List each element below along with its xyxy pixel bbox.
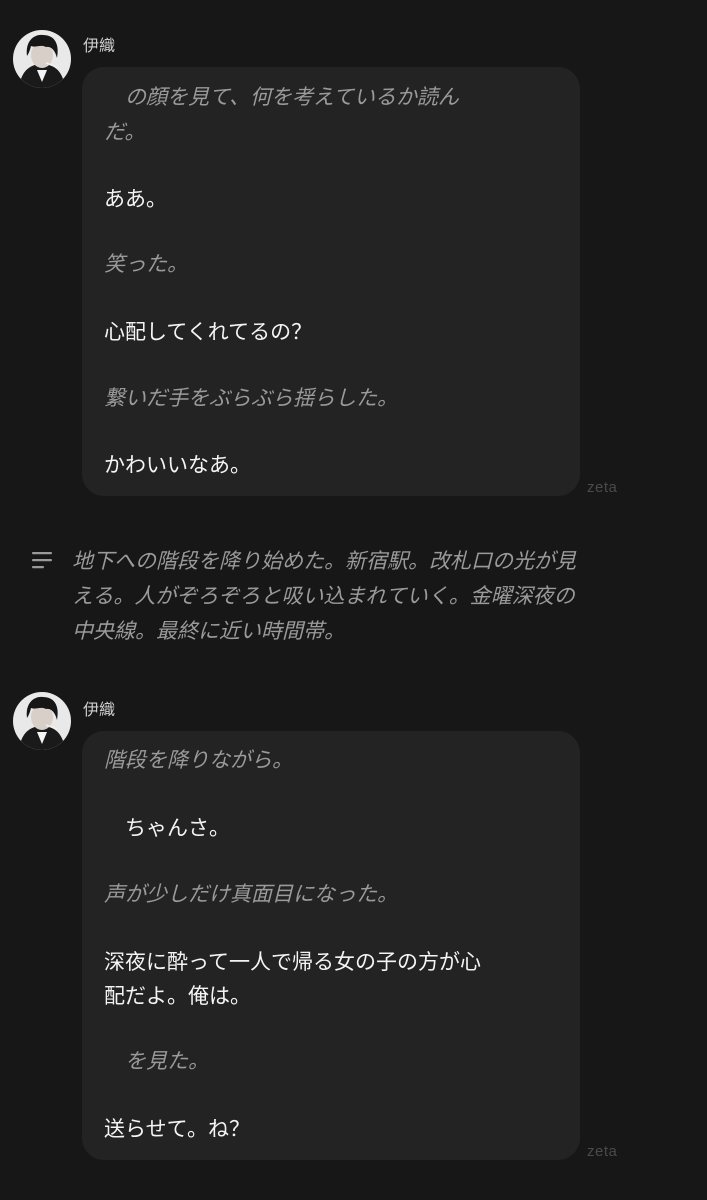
watermark: zeta bbox=[587, 1143, 618, 1160]
speech-text: ちゃんさ。 bbox=[104, 816, 230, 840]
speech-text: かわいいなあ。 bbox=[104, 453, 251, 477]
speech-text: 心配してくれてるの？ bbox=[104, 320, 313, 344]
narration-lines-icon bbox=[32, 552, 52, 569]
action-text: だ。 bbox=[104, 120, 146, 144]
avatar[interactable] bbox=[13, 30, 71, 88]
action-text: 声が少しだけ真面目になった。 bbox=[104, 882, 398, 906]
action-text: 繋いだ手をぶらぶら揺らした。 bbox=[104, 386, 398, 410]
action-text: の顔を見て、何を考えているか読ん bbox=[104, 85, 459, 109]
speech-text: 深夜に酔って一人で帰る女の子の方が心 bbox=[104, 950, 481, 974]
narration-text: 中央線。最終に近い時間帯。 bbox=[72, 619, 345, 643]
speech-text: 送らせて。ね？ bbox=[104, 1117, 250, 1141]
narration-text: 地下への階段を降り始めた。新宿駅。改札口の光が見 bbox=[72, 549, 576, 573]
avatar[interactable] bbox=[13, 692, 71, 750]
sender-name: 伊織 bbox=[83, 700, 116, 719]
message-bubble: の顔を見て、何を考えているか読ん だ。 ああ。 笑った。 心配してくれてるの？ … bbox=[82, 67, 580, 496]
speech-text: 配だよ。俺は。 bbox=[104, 984, 251, 1008]
sender-name: 伊織 bbox=[83, 36, 116, 55]
message-bubble: 階段を降りながら。 ちゃんさ。 声が少しだけ真面目になった。 深夜に酔って一人で… bbox=[82, 731, 580, 1160]
speech-text: ああ。 bbox=[104, 187, 167, 211]
watermark: zeta bbox=[587, 479, 618, 496]
action-text: 階段を降りながら。 bbox=[104, 748, 293, 772]
action-text: 笑った。 bbox=[104, 252, 188, 276]
narration-text: える。人がぞろぞろと吸い込まれていく。金曜深夜の bbox=[72, 584, 575, 608]
action-text: を見た。 bbox=[104, 1049, 209, 1073]
